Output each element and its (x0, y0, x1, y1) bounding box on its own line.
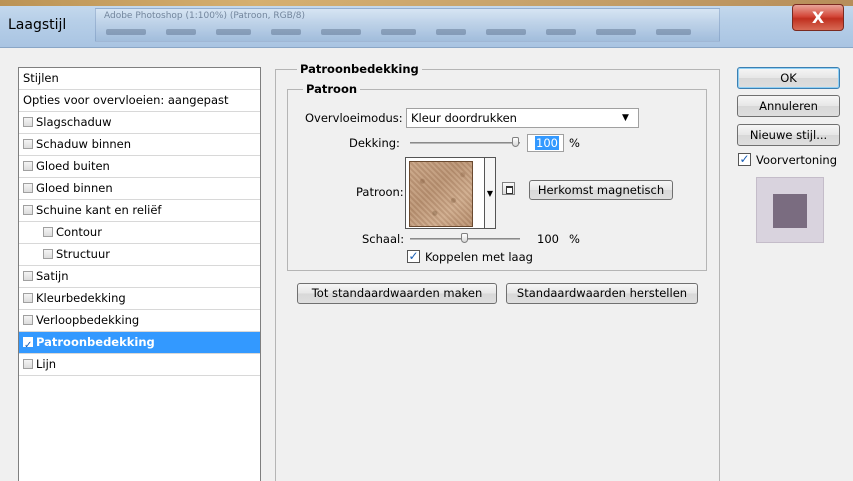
new-preset-icon[interactable] (502, 182, 515, 195)
background-menu-item (106, 29, 146, 35)
background-menu-item (436, 29, 466, 35)
background-menu-item (596, 29, 636, 35)
blend-mode-select[interactable]: Kleur doordrukken (406, 108, 639, 128)
scale-slider-thumb[interactable] (461, 233, 468, 243)
style-item-checkbox[interactable] (43, 227, 53, 237)
background-menu-item (656, 29, 691, 35)
style-preview-swatch (773, 194, 807, 228)
style-item[interactable]: Schuine kant en reliëf (19, 200, 260, 222)
style-item-label: Schaduw binnen (36, 137, 132, 151)
style-item-label: Slagschaduw (36, 115, 112, 129)
style-item-checkbox[interactable] (43, 249, 53, 259)
background-menu-item (166, 29, 196, 35)
style-item[interactable]: Satijn (19, 266, 260, 288)
pattern-overlay-title: Patroonbedekking (297, 62, 422, 76)
pattern-swatch[interactable] (405, 157, 485, 229)
opacity-label: Dekking: (349, 136, 400, 150)
title-bar-top-strip (0, 0, 853, 6)
style-item-label: Satijn (36, 269, 69, 283)
close-icon: X (811, 8, 825, 27)
style-item-checkbox[interactable] (23, 183, 33, 193)
chevron-down-icon: ▼ (622, 113, 629, 123)
style-item-checkbox[interactable] (23, 205, 33, 215)
background-document-title: Adobe Photoshop (1:100%) (Patroon, RGB/8… (104, 11, 306, 21)
make-default-button[interactable]: Tot standaardwaarden maken (297, 283, 497, 304)
style-item-checkbox[interactable] (23, 161, 33, 171)
preview-label: Voorvertoning (756, 153, 837, 167)
cancel-button[interactable]: Annuleren (737, 95, 840, 117)
scale-value: 100 (537, 232, 559, 246)
pattern-label: Patroon: (356, 185, 404, 199)
preview-checkbox[interactable]: ✓ (738, 153, 751, 166)
style-item-label: Patroonbedekking (36, 335, 155, 349)
checkmark-icon: ✓ (739, 152, 750, 166)
background-menu-item (216, 29, 251, 35)
pattern-texture (409, 161, 473, 227)
background-menu-item (321, 29, 361, 35)
style-item[interactable]: Patroonbedekking (19, 332, 260, 356)
style-item-label: Gloed buiten (36, 159, 110, 173)
dialog-title: Laagstijl (8, 17, 67, 33)
checkmark-icon: ✓ (408, 249, 419, 263)
style-item[interactable]: Gloed buiten (19, 156, 260, 178)
style-item-checkbox[interactable] (23, 335, 33, 356)
background-menu-item (486, 29, 526, 35)
style-item-checkbox[interactable] (23, 117, 33, 127)
title-bar[interactable]: Adobe Photoshop (1:100%) (Patroon, RGB/8… (0, 0, 853, 48)
opacity-unit: % (569, 136, 580, 150)
style-item-checkbox[interactable] (23, 139, 33, 149)
opacity-slider-track[interactable] (410, 142, 520, 144)
style-item-label: Schuine kant en reliëf (36, 203, 162, 217)
background-menu-item (546, 29, 576, 35)
style-item[interactable]: Slagschaduw (19, 112, 260, 134)
style-item-checkbox[interactable] (23, 315, 33, 325)
style-item[interactable]: Verloopbedekking (19, 310, 260, 332)
background-menu-item (381, 29, 416, 35)
scale-label: Schaal: (362, 232, 405, 246)
style-item[interactable]: Schaduw binnen (19, 134, 260, 156)
style-item-checkbox[interactable] (23, 271, 33, 281)
style-item[interactable]: Structuur (19, 244, 260, 266)
opacity-value: 100 (535, 136, 559, 150)
background-document-window: Adobe Photoshop (1:100%) (Patroon, RGB/8… (95, 8, 720, 42)
style-preview (756, 177, 824, 243)
styles-list: Stijlen Opties voor overvloeien: aangepa… (18, 67, 261, 481)
style-item-label: Verloopbedekking (36, 313, 140, 327)
style-item[interactable]: Kleurbedekking (19, 288, 260, 310)
blend-mode-label: Overvloeimodus: (305, 111, 403, 125)
ok-button[interactable]: OK (737, 67, 840, 89)
link-with-layer-checkbox[interactable]: ✓ (407, 250, 420, 263)
style-item-label: Kleurbedekking (36, 291, 126, 305)
opacity-slider-thumb[interactable] (512, 137, 519, 147)
opacity-input[interactable]: 100 (527, 134, 564, 152)
link-with-layer-label: Koppelen met laag (425, 250, 533, 264)
style-item-label: Contour (56, 225, 102, 239)
new-style-button[interactable]: Nieuwe stijl... (737, 124, 840, 146)
snap-to-origin-button[interactable]: Herkomst magnetisch (529, 180, 673, 200)
style-item[interactable]: Gloed binnen (19, 178, 260, 200)
pattern-picker-arrow-icon[interactable]: ▼ (485, 157, 496, 229)
style-item[interactable]: Lijn (19, 354, 260, 376)
scale-input[interactable]: 100 (527, 230, 564, 248)
style-item-checkbox[interactable] (23, 293, 33, 303)
background-menu-item (271, 29, 301, 35)
close-button[interactable]: X (792, 4, 844, 31)
style-item-label: Gloed binnen (36, 181, 113, 195)
style-item-checkbox[interactable] (23, 359, 33, 369)
reset-to-default-button[interactable]: Standaardwaarden herstellen (506, 283, 698, 304)
styles-list-header[interactable]: Stijlen (19, 68, 260, 90)
style-item-label: Lijn (36, 357, 57, 371)
pattern-group-title: Patroon (303, 82, 361, 96)
blend-options-item[interactable]: Opties voor overvloeien: aangepast (19, 90, 260, 112)
style-item[interactable]: Contour (19, 222, 260, 244)
scale-unit: % (569, 232, 580, 246)
style-item-label: Structuur (56, 247, 110, 261)
blend-mode-value: Kleur doordrukken (411, 111, 517, 125)
